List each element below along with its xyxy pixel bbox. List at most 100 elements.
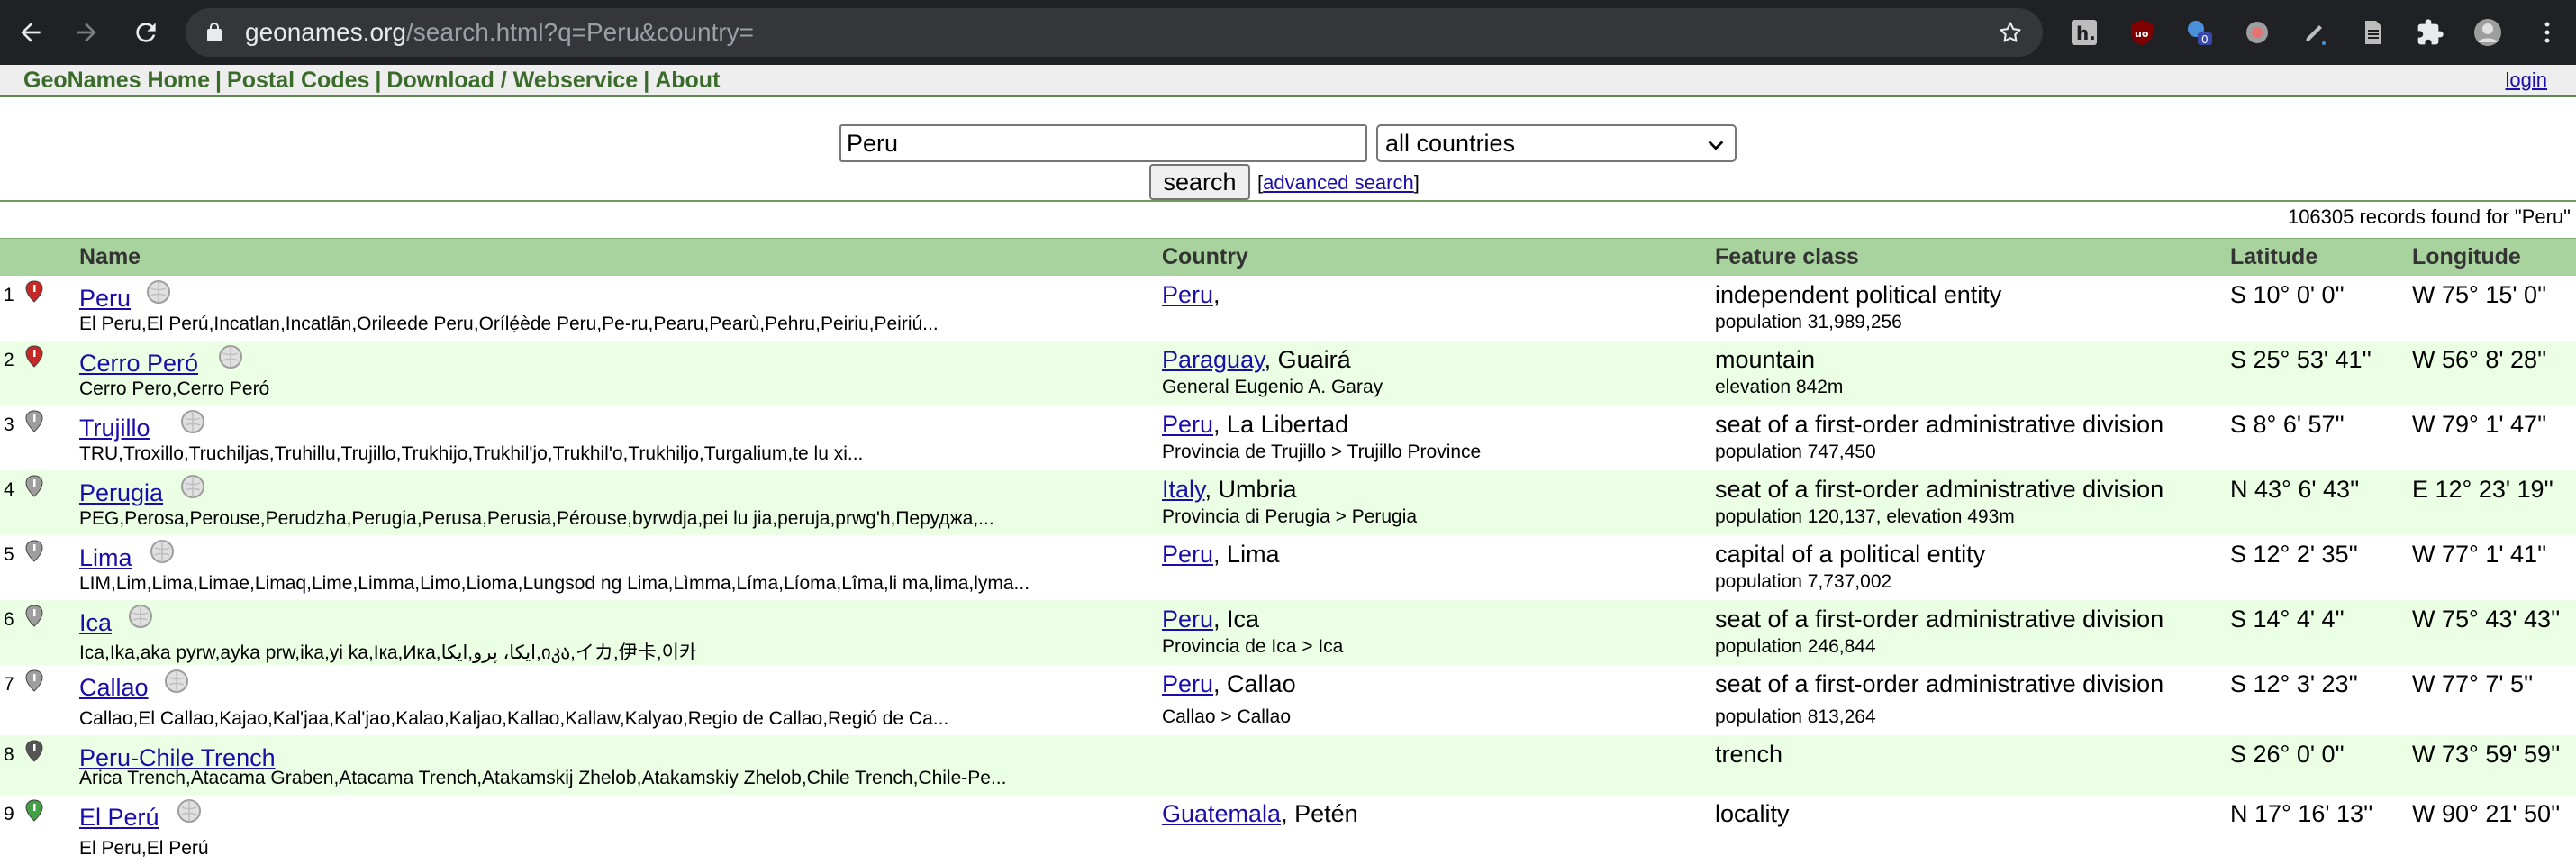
extension-badge-icon[interactable]: 0	[2183, 16, 2216, 49]
place-name-link[interactable]: Lima	[79, 544, 132, 572]
alternate-names: Arica Trench,Atacama Graben,Atacama Tren…	[79, 768, 1007, 788]
search-button[interactable]: search	[1149, 164, 1250, 200]
lock-icon[interactable]	[204, 22, 225, 43]
extension-icon[interactable]	[2241, 16, 2273, 49]
row-number: 3	[4, 414, 14, 435]
latitude: N 17° 16' 13''	[2230, 800, 2373, 827]
puzzle-extensions-icon[interactable]	[2414, 16, 2446, 49]
alternate-names: LIM,Lim,Lima,Limae,Limaq,Lime,Limma,Limo…	[79, 573, 1030, 594]
country-select[interactable]: all countries	[1376, 124, 1737, 162]
divider	[0, 200, 2576, 202]
url-host: geonames.org	[245, 18, 407, 46]
url-text[interactable]: geonames.org/search.html?q=Peru&country=	[245, 19, 754, 46]
reload-icon[interactable]	[130, 16, 162, 49]
search-input[interactable]	[839, 124, 1367, 162]
place-name-link[interactable]: Callao	[79, 674, 149, 702]
address-bar[interactable]: geonames.org/search.html?q=Peru&country=	[186, 8, 2043, 57]
forward-icon[interactable]	[70, 16, 103, 49]
column-header-country: Country	[1162, 244, 1248, 269]
nav-geonames-home[interactable]: GeoNames Home	[23, 68, 210, 93]
profile-avatar[interactable]	[2472, 16, 2504, 49]
admin-region: , Callao	[1213, 670, 1296, 697]
longitude: W 56° 8' 28''	[2412, 346, 2547, 373]
place-name-link[interactable]: Ica	[79, 609, 112, 637]
table-row: 4 Perugia PEG,Perosa,Perouse,Perudzha,Peru…	[0, 470, 2576, 535]
ublock-extension-icon[interactable]: uo	[2126, 16, 2158, 49]
alternate-names: Cerro Pero,Cerro Peró	[79, 378, 270, 399]
feature-stat: elevation 842m	[1715, 377, 1844, 397]
back-icon[interactable]	[14, 16, 47, 49]
admin-region: , Petén	[1281, 800, 1358, 827]
latitude: S 10° 0' 0''	[2230, 281, 2345, 308]
latitude: S 26° 0' 0''	[2230, 741, 2345, 768]
alternate-names: Ica,Ika,aka pyrw,ayka prw,ika,yi ka,Iкa,…	[79, 642, 697, 663]
admin-region: , Guairá	[1264, 346, 1351, 373]
feature-class: capital of a political entity	[1715, 541, 1986, 568]
wikipedia-globe-icon[interactable]	[180, 409, 205, 434]
country-link[interactable]: Guatemala	[1162, 800, 1281, 827]
document-extension-icon[interactable]	[2356, 16, 2389, 49]
latitude: S 14° 4' 4''	[2230, 606, 2345, 633]
country-link[interactable]: Italy	[1162, 476, 1205, 503]
place-name-link[interactable]: El Perú	[79, 804, 159, 832]
place-marker-icon	[25, 799, 43, 822]
login-link[interactable]: login	[2506, 68, 2547, 92]
place-marker-icon	[25, 540, 43, 562]
table-row: 2 Cerro Peró Cerro Pero,Cerro Peró Paraguay…	[0, 341, 2576, 405]
place-name-link[interactable]: Cerro Peró	[79, 350, 198, 378]
row-number: 1	[4, 285, 14, 305]
site-nav: GeoNames Home | Postal Codes | Download / We…	[23, 68, 720, 94]
latitude: S 25° 53' 41''	[2230, 346, 2372, 373]
advanced-search-link[interactable]: advanced search	[1263, 171, 1414, 194]
country-link[interactable]: Paraguay	[1162, 346, 1265, 373]
nav-postal-codes[interactable]: Postal Codes	[227, 68, 369, 93]
country-cell: Peru, Callao	[1162, 670, 1296, 698]
table-row: 1 Peru El Peru,El Perú,Incatlan,Incatlān,O…	[0, 276, 2576, 341]
longitude: W 75° 43' 43''	[2412, 606, 2561, 633]
hypothesis-extension-icon[interactable]: h.	[2068, 16, 2100, 49]
more-menu-icon[interactable]	[2531, 16, 2563, 49]
pen-extension-icon[interactable]	[2299, 16, 2331, 49]
place-marker-icon	[25, 669, 43, 692]
country-link[interactable]: Peru	[1162, 281, 1213, 308]
country-cell: Italy, Umbria	[1162, 476, 1297, 504]
place-name-link[interactable]: Peru	[79, 285, 131, 313]
wikipedia-globe-icon[interactable]	[150, 539, 175, 564]
place-name-link[interactable]: Trujillo	[79, 414, 150, 442]
nav-download-webservice[interactable]: Download / Webservice	[386, 68, 638, 93]
feature-class: trench	[1715, 741, 1783, 768]
results-table-header: Name Country Feature class Latitude Long…	[0, 238, 2576, 276]
table-row: 9 El Perú El Peru,El Perú Guatemala, Petén l…	[0, 795, 2576, 865]
nav-about[interactable]: About	[655, 68, 720, 93]
feature-stat: population 747,450	[1715, 442, 1876, 462]
browser-toolbar: geonames.org/search.html?q=Peru&country=…	[0, 0, 2576, 65]
column-header-name: Name	[79, 244, 141, 269]
longitude: W 77° 1' 41''	[2412, 541, 2547, 568]
star-icon[interactable]	[1998, 20, 2023, 45]
wikipedia-globe-icon[interactable]	[128, 604, 153, 629]
wikipedia-globe-icon[interactable]	[177, 798, 202, 824]
country-link[interactable]: Peru	[1162, 411, 1213, 438]
country-link[interactable]: Peru	[1162, 541, 1213, 568]
wikipedia-globe-icon[interactable]	[180, 474, 205, 499]
wikipedia-globe-icon[interactable]	[164, 669, 189, 694]
country-cell: Paraguay, Guairá	[1162, 346, 1351, 374]
feature-class: seat of a first-order administrative div…	[1715, 411, 2164, 438]
feature-stat: population 813,264	[1715, 706, 1876, 727]
wikipedia-globe-icon[interactable]	[218, 344, 243, 369]
admin-subdivision: Callao > Callao	[1162, 706, 1292, 727]
table-row: 5 Lima LIM,Lim,Lima,Limae,Limaq,Lime,Limma…	[0, 535, 2576, 600]
feature-class: seat of a first-order administrative div…	[1715, 670, 2164, 697]
longitude: W 79° 1' 47''	[2412, 411, 2547, 438]
place-marker-icon	[25, 410, 43, 432]
latitude: S 12° 2' 35''	[2230, 541, 2358, 568]
wikipedia-globe-icon[interactable]	[146, 279, 171, 305]
row-number: 5	[4, 544, 14, 565]
country-cell: Guatemala, Petén	[1162, 800, 1358, 828]
longitude: W 73° 59' 59''	[2412, 741, 2561, 768]
country-link[interactable]: Peru	[1162, 670, 1213, 697]
row-number: 2	[4, 350, 14, 370]
country-link[interactable]: Peru	[1162, 606, 1213, 633]
place-name-link[interactable]: Perugia	[79, 479, 163, 507]
country-cell: Peru, Ica	[1162, 606, 1259, 633]
